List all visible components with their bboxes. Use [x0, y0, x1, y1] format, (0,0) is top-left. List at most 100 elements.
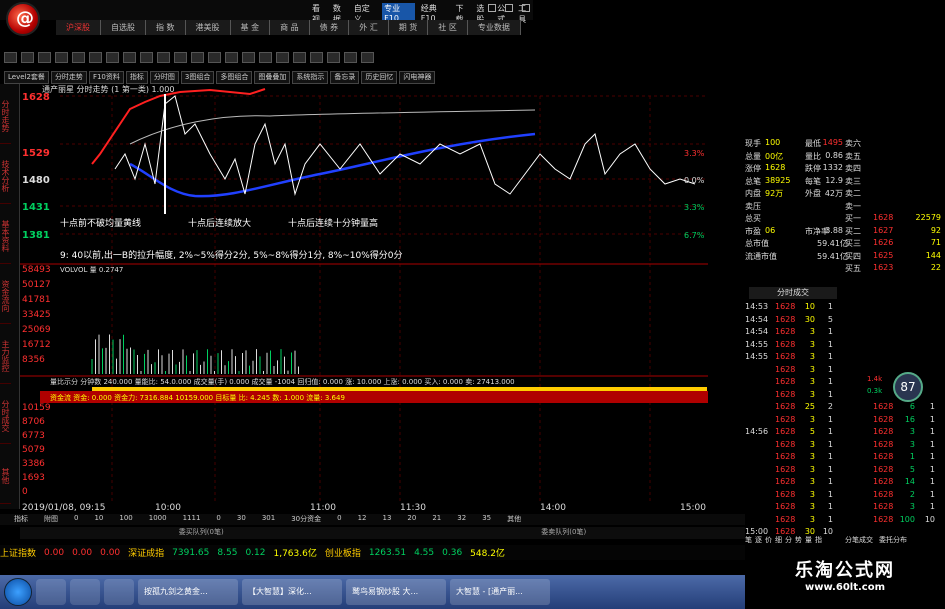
toolbar-icon[interactable] — [55, 52, 68, 63]
axis-row-item[interactable]: 10 — [94, 514, 103, 525]
toolbar-icon[interactable] — [140, 52, 153, 63]
axis-row-item[interactable]: 100 — [119, 514, 132, 525]
function-button[interactable]: 系统指示 — [292, 71, 329, 84]
toolbar-icon[interactable] — [106, 52, 119, 63]
quote-tab[interactable]: 分笔成交 — [845, 535, 873, 545]
axis-row-item[interactable]: 1111 — [183, 514, 201, 525]
speed-gauge[interactable]: 87 — [893, 372, 923, 402]
axis-row-item[interactable]: 0 — [337, 514, 341, 525]
app-logo[interactable]: @ — [6, 2, 40, 36]
taskbar-task[interactable]: 鹫鸟易钢炒股 大... — [346, 579, 446, 605]
function-button[interactable]: Level2套餐 — [4, 71, 49, 84]
nav-tab[interactable]: 基 金 — [230, 20, 271, 35]
axis-row-item[interactable]: 30分资金 — [291, 514, 321, 525]
function-button[interactable]: 图叠叠加 — [254, 71, 291, 84]
toolbar-icon[interactable] — [123, 52, 136, 63]
axis-row-item[interactable]: 20 — [407, 514, 416, 525]
toolbar-icon[interactable] — [4, 52, 17, 63]
intraday-chart-area[interactable]: 通产丽星 分时走势 (1 第一类) 1.000 1628 1529 1480 1431 1… — [20, 84, 708, 514]
function-button[interactable]: 分时图 — [149, 71, 179, 84]
quote-tab[interactable]: 细 — [775, 535, 782, 545]
left-tab[interactable]: 主力监控 — [0, 324, 11, 384]
taskbar-task[interactable]: 【大智慧】深化... — [242, 579, 342, 605]
quote-tab[interactable]: 笔 — [745, 535, 752, 545]
left-tab[interactable]: 其他 — [0, 444, 11, 504]
minimize-icon[interactable] — [488, 4, 496, 12]
function-button[interactable]: 多图组合 — [216, 71, 253, 84]
taskbar-task[interactable]: 按孤九剑之黄金... — [138, 579, 238, 605]
index-name[interactable]: 上证指数 — [0, 546, 36, 559]
start-button[interactable] — [4, 578, 32, 606]
function-button[interactable]: 指标 — [125, 71, 148, 84]
axis-row-item[interactable]: 1000 — [149, 514, 167, 525]
axis-row-item[interactable]: 32 — [457, 514, 466, 525]
toolbar-icon[interactable] — [327, 52, 340, 63]
quote-tab[interactable]: 价 — [765, 535, 772, 545]
intraday-chart[interactable]: 通产丽星 分时走势 (1 第一类) 1.0001628 1529 1480 1431 1… — [20, 84, 708, 514]
toolbar-icon[interactable] — [259, 52, 272, 63]
toolbar-icon[interactable] — [310, 52, 323, 63]
maximize-icon[interactable] — [505, 4, 513, 12]
axis-row-item[interactable]: 21 — [432, 514, 441, 525]
axis-row-item[interactable]: 30 — [237, 514, 246, 525]
quote-tab[interactable]: 量 — [805, 535, 812, 545]
left-tab[interactable]: 分时走势 — [0, 84, 11, 144]
toolbar-icon[interactable] — [38, 52, 51, 63]
nav-tab[interactable]: 债 券 — [309, 20, 350, 35]
quote-tab[interactable]: 委托分布 — [879, 535, 907, 545]
axis-row-item[interactable]: 0 — [74, 514, 78, 525]
toolbar-icon[interactable] — [361, 52, 374, 63]
close-icon[interactable] — [522, 4, 530, 12]
toolbar-icon[interactable] — [242, 52, 255, 63]
toolbar-icon[interactable] — [191, 52, 204, 63]
quote-tab[interactable]: 逐 — [755, 535, 762, 545]
toolbar-icon[interactable] — [344, 52, 357, 63]
function-button[interactable]: 备忘录 — [330, 71, 360, 84]
axis-row-item[interactable]: 其他 — [507, 514, 521, 525]
function-button[interactable]: 闪电神器 — [399, 71, 436, 84]
nav-tab[interactable]: 指 数 — [146, 20, 186, 35]
nav-tab[interactable]: 社 区 — [428, 20, 468, 35]
function-button[interactable]: 分时走势 — [50, 71, 87, 84]
left-tab[interactable]: 资金流向 — [0, 264, 11, 324]
ie-icon[interactable] — [70, 579, 100, 605]
toolbar-icon[interactable] — [174, 52, 187, 63]
quote-tab[interactable]: 势 — [795, 535, 802, 545]
nav-tab[interactable]: 专业数据 — [467, 20, 521, 35]
taskbar-task[interactable]: 大智慧 - [通产丽... — [450, 579, 550, 605]
browser-icon[interactable] — [36, 579, 66, 605]
index-name[interactable]: 深证成指 — [128, 546, 164, 559]
axis-row-item[interactable]: 35 — [482, 514, 491, 525]
quote-tab[interactable]: 分 — [785, 535, 792, 545]
toolbar-icon[interactable] — [208, 52, 221, 63]
axis-row-item[interactable]: 301 — [262, 514, 275, 525]
index-name[interactable]: 创业板指 — [325, 546, 361, 559]
quote-tab[interactable]: 指 — [815, 535, 822, 545]
axis-row-item[interactable]: 13 — [383, 514, 392, 525]
axis-row-item[interactable]: 12 — [358, 514, 367, 525]
toolbar-icon[interactable] — [293, 52, 306, 63]
toolbar-icon[interactable] — [89, 52, 102, 63]
nav-tab[interactable]: 商 品 — [270, 20, 310, 35]
toolbar-icon[interactable] — [157, 52, 170, 63]
nav-tab[interactable]: 自选股 — [101, 20, 146, 35]
nav-tab[interactable]: 港美股 — [185, 20, 231, 35]
axis-row-item[interactable]: 指标 — [14, 514, 28, 525]
ticks-header[interactable]: 分时成交 — [749, 287, 837, 299]
left-tab[interactable]: 技术分析 — [0, 144, 11, 204]
axis-row-item[interactable]: 附图 — [44, 514, 58, 525]
nav-tab[interactable]: 沪深股 — [56, 20, 101, 35]
toolbar-icon[interactable] — [72, 52, 85, 63]
nav-tab[interactable]: 期 货 — [388, 20, 429, 35]
toolbar-icon[interactable] — [21, 52, 34, 63]
nav-tab[interactable]: 外 汇 — [349, 20, 389, 35]
left-tab[interactable]: 分时成交 — [0, 384, 11, 444]
axis-row-item[interactable]: 0 — [216, 514, 220, 525]
function-button[interactable]: F10资料 — [88, 71, 124, 84]
toolbar-icon[interactable] — [276, 52, 289, 63]
left-tab[interactable]: 基本资料 — [0, 204, 11, 264]
function-button[interactable]: 历史回忆 — [361, 71, 398, 84]
explorer-icon[interactable] — [104, 579, 134, 605]
function-button[interactable]: 3图组合 — [180, 71, 215, 84]
toolbar-icon[interactable] — [225, 52, 238, 63]
